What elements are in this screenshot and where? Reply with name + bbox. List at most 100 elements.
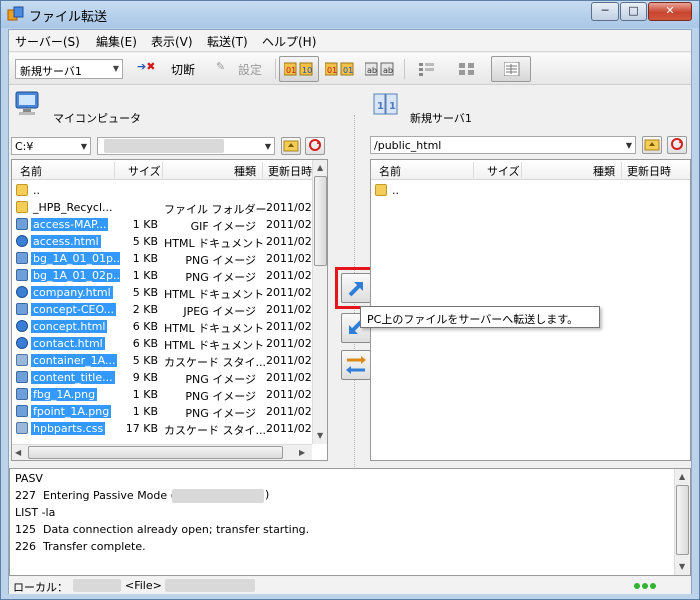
file-size: 5 KB — [132, 235, 158, 248]
chevron-down-icon: ▼ — [625, 141, 632, 150]
remote-path-select[interactable]: /public_html ▼ — [370, 136, 636, 154]
drive-select[interactable]: C:¥ ▼ — [11, 137, 91, 155]
menu-transfer[interactable]: 転送(T) — [207, 33, 248, 50]
local-vertical-scrollbar[interactable]: ▲ ▼ — [312, 160, 327, 444]
column-divider[interactable] — [473, 162, 474, 178]
scroll-down-icon[interactable]: ▼ — [679, 562, 685, 571]
local-refresh-button[interactable] — [305, 137, 325, 155]
maximize-button[interactable]: □ — [620, 2, 647, 21]
column-header-name[interactable]: 名前 — [20, 163, 42, 179]
minimize-button[interactable]: ─ — [591, 2, 619, 21]
file-row[interactable]: fpoint_1A.png 1 KB PNG イメージ 2011/02 — [12, 403, 312, 420]
file-name-cell: container_1A... — [16, 354, 120, 367]
column-header-type[interactable]: 種類 — [234, 163, 256, 179]
file-row[interactable]: company.html 5 KB HTML ドキュメント 2011/02 — [12, 284, 312, 301]
file-name-cell: bg_1A_01_02p... — [16, 269, 120, 282]
scroll-down-icon[interactable]: ▼ — [317, 431, 323, 440]
title-bar[interactable]: ファイル転送 ─ □ ✕ — [1, 1, 699, 28]
file-name-cell: .. — [375, 184, 479, 197]
tooltip: PC上のファイルをサーバーへ転送します。 — [360, 306, 600, 328]
scroll-thumb[interactable] — [314, 176, 327, 266]
view-both-toggle[interactable]: 01 10 — [279, 56, 319, 82]
file-row[interactable]: .. — [371, 182, 671, 199]
column-divider[interactable] — [114, 162, 115, 178]
file-row[interactable]: access-MAP... 1 KB GIF イメージ 2011/02 — [12, 216, 312, 233]
close-button[interactable]: ✕ — [648, 2, 692, 21]
column-header-size[interactable]: サイズ — [128, 163, 161, 179]
sync-view-icon[interactable]: 01 01 — [325, 62, 355, 76]
menu-edit[interactable]: 編集(E) — [96, 33, 137, 50]
file-name: .. — [392, 184, 399, 197]
file-name: bg_1A_01_02p... — [31, 269, 120, 282]
local-horizontal-scrollbar[interactable]: ◀ ▶ — [12, 444, 312, 460]
log-vertical-scrollbar[interactable]: ▲ ▼ — [674, 469, 690, 575]
file-row[interactable]: bg_1A_01_01p... 1 KB PNG イメージ 2011/02 — [12, 250, 312, 267]
local-path-select[interactable]: ▼ — [97, 137, 275, 155]
file-row[interactable]: contact.html 6 KB HTML ドキュメント 2011/02 — [12, 335, 312, 352]
local-up-folder-button[interactable] — [281, 137, 301, 155]
menu-help[interactable]: ヘルプ(H) — [262, 33, 316, 50]
chevron-down-icon: ▼ — [264, 142, 271, 151]
file-row[interactable]: hpbparts.css 17 KB カスケード スタイ... 2011/02 — [12, 420, 312, 437]
column-divider[interactable] — [262, 162, 263, 178]
drive-select-value: C:¥ — [15, 140, 34, 153]
log-panel[interactable]: PASV 227 Entering Passive Mode (LIST -la 1… — [9, 468, 691, 576]
html-file-icon — [16, 286, 28, 298]
scroll-up-icon[interactable]: ▲ — [317, 163, 323, 172]
scroll-right-icon[interactable]: ▶ — [299, 448, 305, 457]
column-header-type[interactable]: 種類 — [593, 163, 615, 179]
server-select[interactable]: 新規サーバ1 ▼ — [15, 59, 123, 79]
local-file-list[interactable]: 名前 サイズ 種類 更新日時 .. _HPB_Recycl... ファイル フォルダ… — [11, 159, 328, 461]
toolbar: 新規サーバ1 ▼ ➔✖ 切断 ✎ 設定 01 10 01 01 ab ab — [9, 53, 691, 85]
disconnect-button[interactable]: 切断 — [171, 61, 195, 78]
column-divider[interactable] — [621, 162, 622, 178]
remote-refresh-button[interactable] — [667, 136, 687, 154]
settings-button[interactable]: 設定 — [238, 61, 262, 78]
file-row[interactable]: access.html 5 KB HTML ドキュメント 2011/02 — [12, 233, 312, 250]
column-divider[interactable] — [521, 162, 522, 178]
upload-button[interactable] — [341, 273, 371, 303]
scroll-thumb[interactable] — [676, 485, 689, 555]
file-name-cell: bg_1A_01_01p... — [16, 252, 120, 265]
file-date: 2011/02 — [266, 218, 312, 231]
file-row[interactable]: fbg_1A.png 1 KB PNG イメージ 2011/02 — [12, 386, 312, 403]
css-file-icon — [16, 422, 28, 434]
file-row[interactable]: container_1A... 5 KB カスケード スタイ... 2011/02 — [12, 352, 312, 369]
menu-view[interactable]: 表示(V) — [151, 33, 193, 50]
remote-up-folder-button[interactable] — [642, 136, 662, 154]
file-date: 2011/02 — [266, 235, 312, 248]
menu-server[interactable]: サーバー(S) — [15, 33, 80, 50]
column-header-date[interactable]: 更新日時 — [268, 163, 312, 179]
sync-button[interactable] — [341, 350, 371, 380]
column-header-name[interactable]: 名前 — [379, 163, 401, 179]
file-type: HTML ドキュメント — [164, 322, 265, 335]
file-size: 6 KB — [132, 337, 158, 350]
mirror-view-icon[interactable]: ab ab — [365, 62, 395, 76]
svg-text:ab: ab — [367, 66, 377, 75]
image-file-icon — [16, 405, 28, 417]
column-header-date[interactable]: 更新日時 — [627, 163, 671, 179]
file-name: access.html — [31, 235, 101, 248]
file-row[interactable]: content_title... 9 KB PNG イメージ 2011/02 — [12, 369, 312, 386]
file-row[interactable]: concept.html 6 KB HTML ドキュメント 2011/02 — [12, 318, 312, 335]
app-window: ファイル転送 ─ □ ✕ サーバー(S) 編集(E) 表示(V) 転送(T) ヘ… — [0, 0, 700, 600]
file-row[interactable]: concept-CEO... 2 KB JPEG イメージ 2011/02 — [12, 301, 312, 318]
file-name-cell: _HPB_Recycl... — [16, 201, 120, 214]
detail-view-toggle[interactable] — [491, 56, 531, 82]
file-row[interactable]: bg_1A_01_02p... 1 KB PNG イメージ 2011/02 — [12, 267, 312, 284]
file-name: concept-CEO... — [31, 303, 117, 316]
server-icon: 1 1 — [373, 93, 398, 115]
file-row[interactable]: _HPB_Recycl... ファイル フォルダー 2011/02 — [12, 199, 312, 216]
column-divider[interactable] — [162, 162, 163, 178]
list-view-icon[interactable] — [419, 62, 435, 76]
redacted-local-path — [73, 579, 121, 592]
icon-view-icon[interactable] — [459, 62, 475, 76]
upload-arrow-icon — [348, 282, 363, 297]
image-file-icon — [16, 371, 28, 383]
scroll-left-icon[interactable]: ◀ — [15, 448, 21, 457]
scroll-up-icon[interactable]: ▲ — [679, 472, 685, 481]
file-name: content_title... — [31, 371, 115, 384]
column-header-size[interactable]: サイズ — [487, 163, 520, 179]
scroll-thumb[interactable] — [28, 446, 283, 459]
file-row[interactable]: .. — [12, 182, 312, 199]
